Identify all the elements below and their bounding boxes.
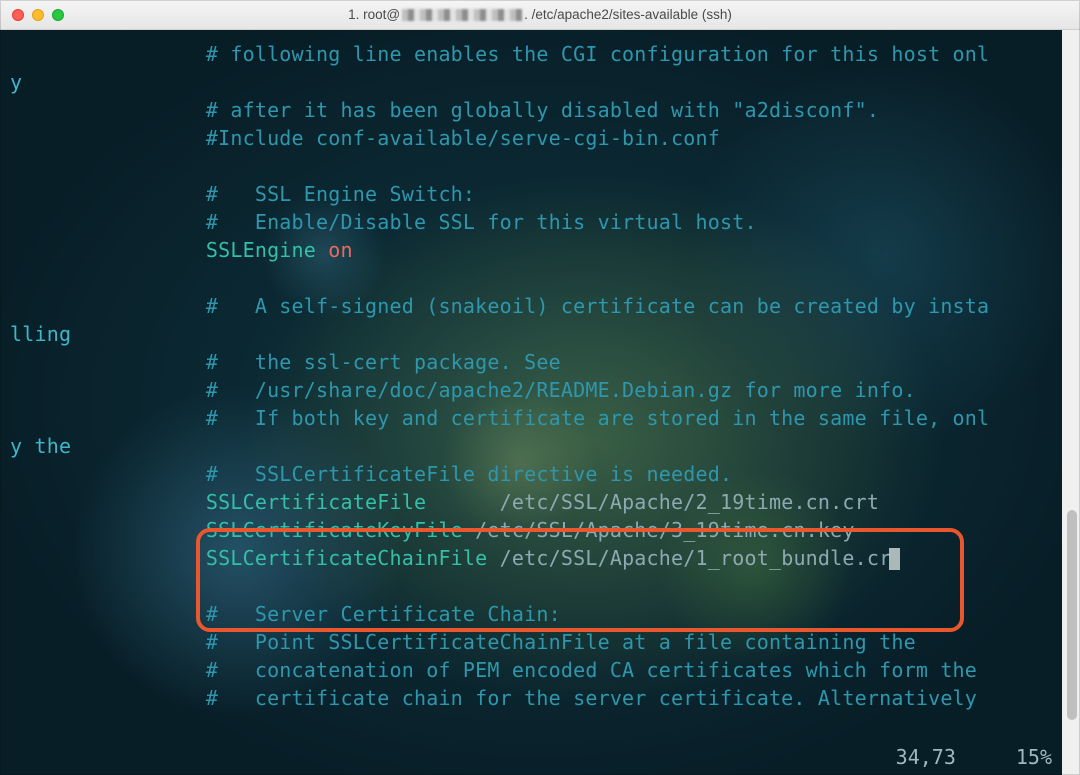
terminal-window: 1. root@ . /etc/apache2/sites-available (… bbox=[0, 0, 1080, 775]
code-line: # If both key and certificate are stored… bbox=[10, 406, 989, 430]
cursor-position: 34,73 bbox=[896, 745, 956, 769]
title-suffix: . /etc/apache2/sites-available (ssh) bbox=[524, 7, 732, 22]
directive-sslkeyfile: SSLCertificateKeyFile bbox=[206, 518, 463, 542]
path-keyfile: /etc/SSL/Apache/3_19time.cn.key bbox=[475, 518, 854, 542]
vim-statusbar: 34,73 15% bbox=[896, 745, 1052, 769]
code-line: # /usr/share/doc/apache2/README.Debian.g… bbox=[10, 378, 916, 402]
title-prefix: 1. root@ bbox=[348, 7, 400, 22]
zoom-window-button[interactable] bbox=[52, 9, 64, 21]
directive-sslcertfile: SSLCertificateFile bbox=[206, 490, 426, 514]
code-line: # A self-signed (snakeoil) certificate c… bbox=[10, 294, 989, 318]
code-line: # SSL Engine Switch: bbox=[10, 182, 475, 206]
code-line: # certificate chain for the server certi… bbox=[10, 686, 977, 710]
title-obscured-host bbox=[402, 9, 522, 21]
code-pad bbox=[426, 490, 499, 514]
scrollbar-thumb[interactable] bbox=[1067, 510, 1077, 720]
code-line: # SSLCertificateFile directive is needed… bbox=[10, 462, 732, 486]
code-indent bbox=[10, 238, 206, 262]
code-line: # Enable/Disable SSL for this virtual ho… bbox=[10, 210, 757, 234]
directive-sslengine: SSLEngine bbox=[206, 238, 316, 262]
code-line-wrap: lling bbox=[10, 322, 71, 346]
code-line: #Include conf-available/serve-cgi-bin.co… bbox=[10, 126, 720, 150]
editor-text[interactable]: # following line enables the CGI configu… bbox=[10, 40, 1074, 712]
traffic-lights bbox=[12, 9, 64, 21]
code-line: # the ssl-cert package. See bbox=[10, 350, 561, 374]
code-line: # after it has been globally disabled wi… bbox=[10, 98, 879, 122]
code-indent bbox=[10, 490, 206, 514]
code-line-wrap: y bbox=[10, 70, 22, 94]
code-line: # following line enables the CGI configu… bbox=[10, 42, 989, 66]
path-certfile: /etc/SSL/Apache/2_19time.cn.crt bbox=[500, 490, 879, 514]
terminal-viewport: # following line enables the CGI configu… bbox=[0, 30, 1080, 775]
window-titlebar[interactable]: 1. root@ . /etc/apache2/sites-available (… bbox=[0, 0, 1080, 30]
close-window-button[interactable] bbox=[12, 9, 24, 21]
code-indent bbox=[10, 546, 206, 570]
path-chainfile: /etc/SSL/Apache/1_root_bundle.cr bbox=[500, 546, 892, 570]
code-line: # Point SSLCertificateChainFile at a fil… bbox=[10, 630, 916, 654]
code-indent bbox=[10, 518, 206, 542]
scroll-percent: 15% bbox=[1016, 745, 1052, 769]
code-line: # concatenation of PEM encoded CA certif… bbox=[10, 658, 977, 682]
value-on: on bbox=[328, 238, 352, 262]
window-title: 1. root@ . /etc/apache2/sites-available (… bbox=[0, 7, 1080, 22]
terminal-content[interactable]: # following line enables the CGI configu… bbox=[0, 30, 1080, 775]
text-cursor bbox=[889, 548, 900, 570]
code-line-wrap: y the bbox=[10, 434, 71, 458]
scrollbar-track[interactable] bbox=[1062, 30, 1080, 775]
minimize-window-button[interactable] bbox=[32, 9, 44, 21]
code-line: # Server Certificate Chain: bbox=[10, 602, 561, 626]
directive-sslchainfile: SSLCertificateChainFile bbox=[206, 546, 488, 570]
